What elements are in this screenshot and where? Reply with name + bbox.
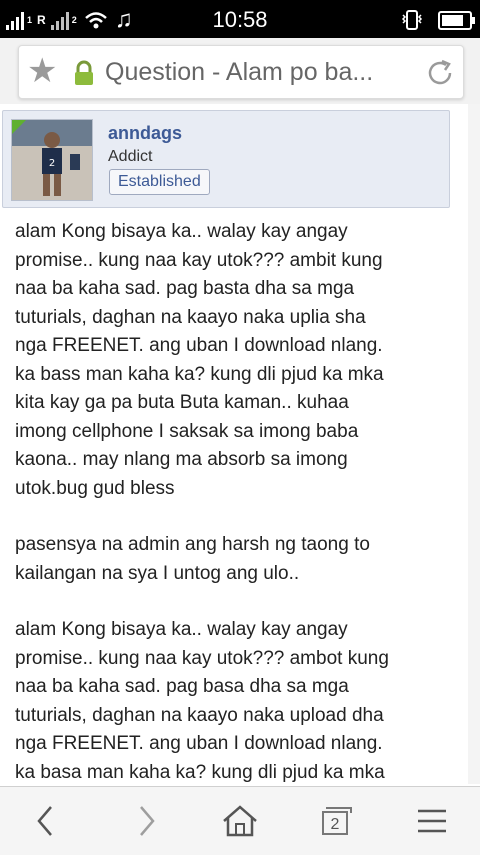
- post-line: kita kay ga pa buta Buta kaman.. kuhaa: [15, 392, 349, 413]
- post-line: promise.. kung naa kay utok??? ambot kun…: [15, 647, 389, 669]
- post-line: utok.bug gud bless: [15, 477, 175, 499]
- user-title: Addict: [108, 148, 153, 165]
- post-paragraph: alam Kong bisaya ka.. walay kay angay pr…: [15, 616, 455, 786]
- forward-icon[interactable]: [124, 801, 168, 841]
- post-line: naa ba kaha sad. pag basa dha sa mga: [15, 676, 349, 697]
- reload-icon[interactable]: [423, 56, 457, 90]
- post-line: tuturials, daghan na kaayo naka uplia sh…: [15, 306, 366, 328]
- post-line: nga FREENET. ang uban I download nlang.: [15, 733, 383, 754]
- post-line: promise.. kung naa kay utok??? ambit kun…: [15, 249, 383, 271]
- post-line: ka bass man kaha ka? kung dli pjud ka mk…: [15, 363, 384, 385]
- post-line: nga FREENET. ang uban I download nlang.: [15, 335, 383, 356]
- svg-text:2: 2: [49, 158, 55, 169]
- post-line: pasensya na admin ang harsh ng taong to: [15, 534, 370, 555]
- username-link[interactable]: anndags: [108, 123, 182, 144]
- star-icon[interactable]: ★: [27, 52, 57, 90]
- post-line: kaona.. may nlang ma absorb sa imong: [15, 449, 348, 470]
- scrollbar-track[interactable]: [468, 104, 480, 784]
- post-line: kailangan na sya I untog ang ulo..: [15, 562, 300, 584]
- page-title[interactable]: Question - Alam po ba...: [105, 46, 415, 98]
- back-icon[interactable]: [24, 801, 68, 841]
- bottom-toolbar: 2: [0, 786, 480, 855]
- post-paragraph: alam Kong bisaya ka.. walay kay angay pr…: [15, 218, 455, 503]
- tabs-icon[interactable]: 2: [322, 807, 352, 835]
- post-line: tuturials, daghan na kaayo naka upload d…: [15, 704, 384, 726]
- post-line: ka basa man kaha ka? kung dli pjud ka mk…: [15, 761, 385, 783]
- menu-icon[interactable]: [410, 801, 454, 841]
- online-indicator: [12, 120, 27, 135]
- post-body: alam Kong bisaya ka.. walay kay angay pr…: [15, 218, 455, 786]
- post-paragraph: pasensya na admin ang harsh ng taong to …: [15, 531, 455, 588]
- rank-badge: Established: [109, 169, 210, 195]
- post-line: imong cellphone I saksak sa imong baba: [15, 420, 359, 442]
- status-bar: 1 R 2 ♫ 10:58: [0, 0, 480, 38]
- browser-toolbar: ★ Question - Alam po ba...: [0, 38, 480, 104]
- home-icon[interactable]: [218, 801, 262, 841]
- address-bar[interactable]: ★ Question - Alam po ba...: [18, 45, 464, 99]
- status-right: [400, 7, 475, 33]
- lock-icon: [75, 60, 93, 85]
- post-author-box: 2 anndags Addict Established: [2, 110, 450, 208]
- post-line: naa ba kaha sad. pag basta dha sa mga: [15, 278, 355, 299]
- post-line: alam Kong bisaya ka.. walay kay angay: [15, 221, 348, 242]
- post-line: alam Kong bisaya ka.. walay kay angay: [15, 619, 348, 640]
- battery-icon: [438, 10, 475, 30]
- vibrate-icon: [401, 10, 423, 30]
- avatar[interactable]: 2: [11, 119, 93, 201]
